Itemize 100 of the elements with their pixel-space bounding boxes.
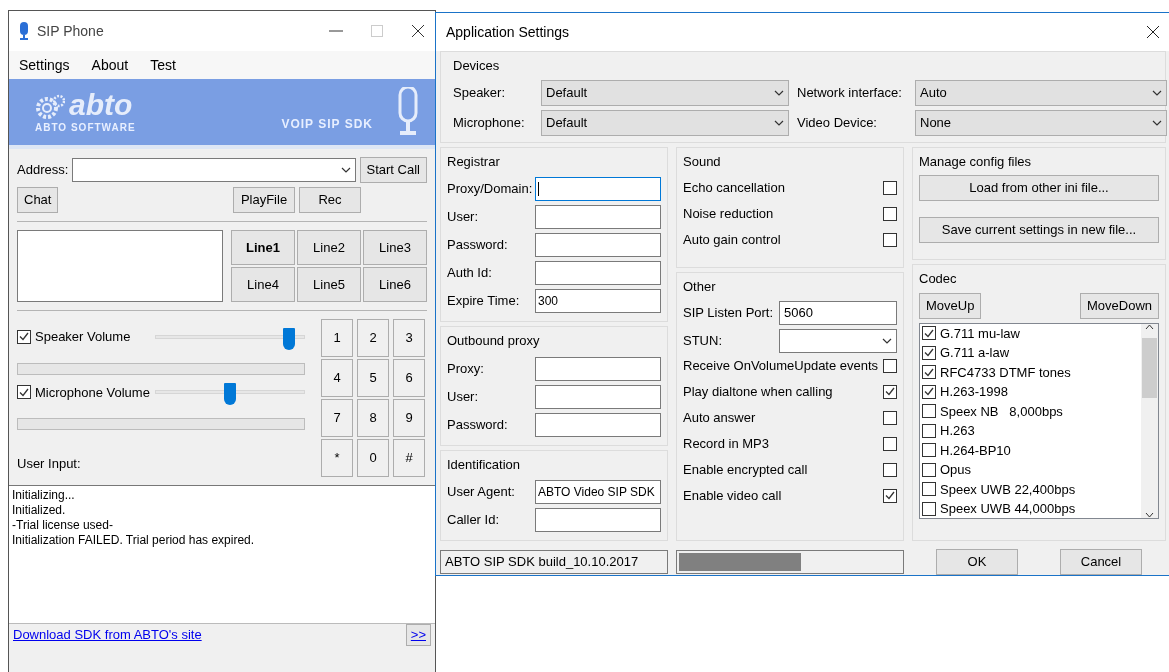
chat-button[interactable]: Chat	[17, 187, 59, 213]
cancel-button[interactable]: Cancel	[1060, 549, 1142, 575]
text-field[interactable]: 5060	[779, 300, 897, 325]
keypad-key[interactable]: 6	[393, 359, 425, 397]
line-tab[interactable]: Line5	[297, 267, 361, 302]
dropdown[interactable]: Default	[541, 109, 789, 136]
keypad-key[interactable]: 5	[357, 359, 389, 397]
keypad-key[interactable]: 7	[321, 399, 353, 437]
microphone-icon	[19, 22, 29, 40]
checkbox[interactable]	[922, 404, 936, 419]
checkbox[interactable]	[883, 436, 897, 451]
toolbar-button[interactable]: PlayFile	[233, 187, 295, 213]
field-label: Password:	[447, 415, 509, 434]
checkbox[interactable]	[17, 385, 31, 400]
checkbox-label: Echo cancellation	[683, 179, 785, 198]
text-field[interactable]	[535, 356, 661, 381]
keypad-key[interactable]: 1	[321, 319, 353, 357]
checkbox[interactable]	[922, 501, 936, 516]
field-label: User Input:	[17, 455, 82, 473]
dropdown[interactable]	[779, 328, 897, 353]
menu-item[interactable]: Settings	[19, 55, 70, 75]
list-item-label: H.263	[940, 422, 975, 440]
keypad-key[interactable]: *	[321, 439, 353, 477]
expand-button[interactable]: >>	[405, 624, 431, 646]
close-icon	[1146, 25, 1160, 39]
checkbox[interactable]	[883, 488, 897, 503]
line-tab[interactable]: Line2	[297, 230, 361, 265]
keypad-key[interactable]: #	[393, 439, 425, 477]
text-cursor-icon	[538, 182, 540, 196]
start-call-button[interactable]: Start Call	[359, 157, 427, 183]
checkbox[interactable]	[883, 358, 897, 373]
line-tab[interactable]: Line1	[231, 230, 295, 265]
menu-item[interactable]: Test	[150, 55, 176, 75]
checkbox[interactable]	[922, 384, 936, 399]
keypad-key[interactable]: 3	[393, 319, 425, 357]
download-link[interactable]: Download SDK from ABTO's site	[13, 625, 202, 645]
checkbox[interactable]	[922, 365, 936, 380]
field-label: Expire Time:	[447, 292, 521, 311]
checkbox-label: Record in MP3	[683, 434, 769, 453]
text-field[interactable]	[535, 508, 661, 532]
text-field[interactable]	[535, 384, 661, 409]
log-line: -Trial license used-	[12, 518, 114, 533]
list-item-label: G.711 mu-law	[940, 324, 1020, 343]
line-tab[interactable]: Line4	[231, 267, 295, 302]
config-button[interactable]: Save current settings in new file...	[919, 217, 1159, 243]
checkbox[interactable]	[922, 443, 936, 458]
checkbox[interactable]	[883, 181, 897, 195]
group-title: Sound	[683, 152, 722, 171]
toolbar-button[interactable]: Rec	[299, 187, 361, 213]
dropdown[interactable]: Default	[541, 79, 789, 106]
checkbox[interactable]	[922, 482, 936, 497]
keypad-key[interactable]: 0	[357, 439, 389, 477]
group-title: Devices	[453, 57, 501, 75]
checkbox[interactable]	[17, 329, 31, 344]
checkbox[interactable]	[883, 384, 897, 399]
config-button[interactable]: Load from other ini file...	[919, 175, 1159, 201]
keypad-key[interactable]: 8	[357, 399, 389, 437]
slider-thumb[interactable]	[224, 383, 236, 406]
menu-item[interactable]: About	[91, 55, 129, 75]
list-item-label: Speex NB 8,000bps	[940, 402, 1063, 421]
text-field[interactable]	[535, 177, 661, 201]
list-item-label: RFC4733 DTMF tones	[940, 363, 1071, 382]
checkbox[interactable]	[883, 233, 897, 247]
move-down-button[interactable]: MoveDown	[1079, 292, 1159, 319]
field-label: Microphone:	[453, 113, 526, 132]
company-name: ABTO SOFTWARE	[35, 120, 136, 135]
keypad-key[interactable]: 4	[321, 359, 353, 397]
checkbox[interactable]	[883, 410, 897, 425]
dropdown[interactable]: Auto	[915, 79, 1167, 106]
checkbox[interactable]	[883, 207, 897, 221]
line-tab[interactable]: Line3	[363, 230, 427, 265]
group-title: Identification	[447, 455, 521, 474]
checkbox-label: Auto answer	[683, 408, 756, 427]
text-field[interactable]	[535, 205, 661, 229]
checkbox[interactable]	[922, 423, 936, 438]
ok-button[interactable]: OK	[936, 549, 1018, 575]
text-field[interactable]	[535, 261, 661, 285]
checkbox[interactable]	[922, 462, 936, 477]
checkbox-label: Auto gain control	[683, 231, 781, 250]
move-up-button[interactable]: MoveUp	[919, 292, 982, 319]
text-field[interactable]	[535, 412, 661, 437]
text-field[interactable]	[535, 233, 661, 257]
dropdown[interactable]: None	[915, 109, 1167, 136]
build-label: ABTO SIP SDK build_10.10.2017	[440, 550, 668, 574]
text-field[interactable]: 300	[535, 289, 661, 313]
window-title: SIP Phone	[37, 21, 104, 41]
log-line: Initialization FAILED. Trial period has expired.	[12, 533, 256, 548]
line-tab[interactable]: Line6	[363, 267, 427, 302]
text-field[interactable]: ABTO Video SIP SDK	[535, 480, 661, 504]
keypad-key[interactable]: 9	[393, 399, 425, 437]
scrollbar[interactable]	[1141, 323, 1158, 518]
checkbox[interactable]	[922, 326, 936, 341]
checkbox-label: Receive OnVolumeUpdate events	[683, 356, 879, 375]
field-label: User Agent:	[447, 483, 516, 502]
checkbox[interactable]	[883, 462, 897, 477]
slider-thumb[interactable]	[283, 327, 296, 350]
list-item-label: Speex UWB 44,000bps	[940, 500, 1076, 518]
keypad-key[interactable]: 2	[357, 319, 389, 357]
address-field[interactable]	[72, 158, 356, 182]
checkbox[interactable]	[922, 345, 936, 360]
